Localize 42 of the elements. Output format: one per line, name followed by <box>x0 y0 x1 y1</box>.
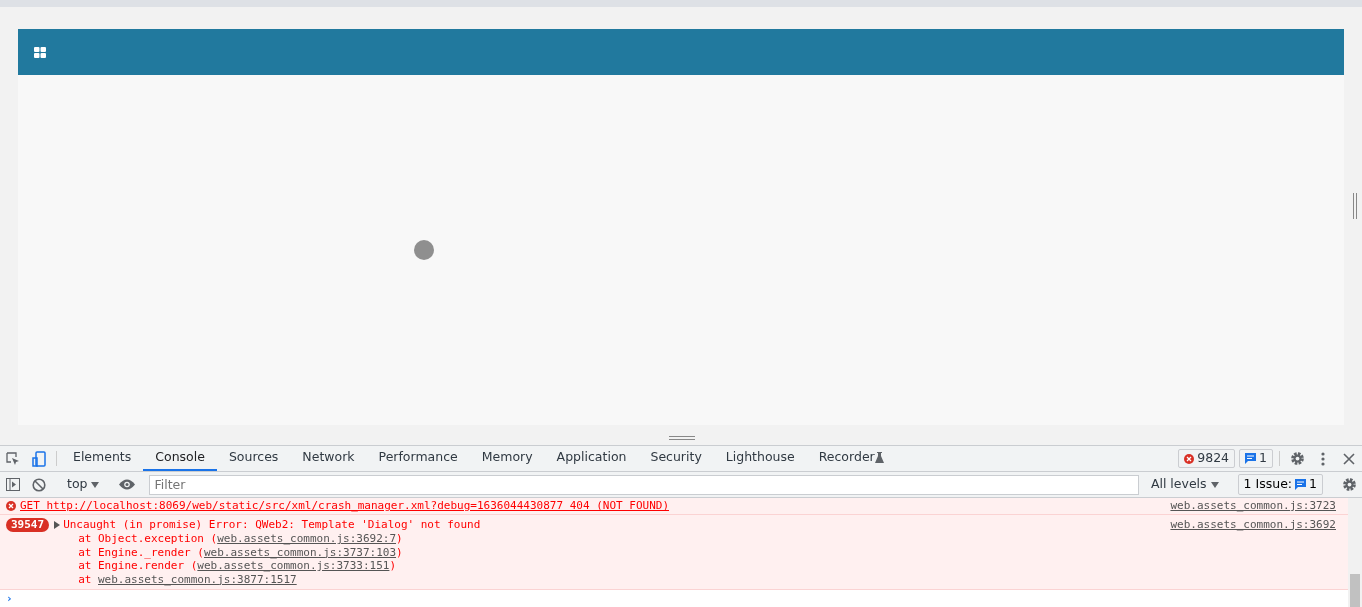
stack-link[interactable]: web.assets_common.js:3877:1517 <box>98 572 297 586</box>
devtools-tab[interactable]: Application <box>544 446 639 471</box>
error-counter[interactable]: 9824 <box>1178 449 1236 468</box>
stack-link[interactable]: web.assets_common.js:3737:103 <box>203 545 397 559</box>
resize-handle[interactable] <box>669 436 695 440</box>
devtools-tab[interactable]: Memory <box>469 446 545 471</box>
source-link[interactable]: web.assets_common.js:3723 <box>1170 499 1336 513</box>
message-icon <box>1295 479 1307 490</box>
repeat-count: 39547 <box>6 517 50 532</box>
devtools-tab[interactable]: Performance <box>366 446 470 471</box>
devtools-tab[interactable]: Recorder <box>806 446 896 471</box>
devtools-tab[interactable]: Security <box>638 446 714 471</box>
message-icon <box>1245 453 1257 464</box>
devtools-tab[interactable]: Network <box>290 446 367 471</box>
caret-icon <box>1210 481 1219 488</box>
flask-icon <box>874 452 884 463</box>
error-icon <box>1184 453 1195 464</box>
scrollbar[interactable] <box>1348 498 1362 607</box>
console-prompt[interactable]: › <box>0 590 20 607</box>
caret-icon <box>91 481 100 488</box>
error-message: Uncaught (in promise) Error: QWeb2: Template 'Dialog' not found <box>63 517 481 531</box>
levels-dropdown[interactable]: All levels <box>1144 475 1225 494</box>
error-icon <box>6 501 16 511</box>
source-link[interactable]: web.assets_common.js:3692 <box>1170 517 1336 531</box>
context-dropdown[interactable]: top <box>61 475 106 494</box>
filter-field[interactable]: Filter <box>149 474 1139 495</box>
stack-link[interactable]: web.assets_common.js:3733:151 <box>197 559 390 572</box>
stack-frame: at Engine._render (web.assets_common.js:3737:103) <box>54 545 481 559</box>
issues-button[interactable]: 1 Issue: 1 <box>1237 474 1323 495</box>
resize-handle[interactable] <box>1353 193 1357 219</box>
apps-menu-icon[interactable] <box>34 46 46 58</box>
devtools-tab[interactable]: Elements <box>61 446 144 471</box>
stack-frame: at web.assets_common.js:3877:1517 <box>54 572 481 586</box>
message-counter[interactable]: 1 <box>1239 449 1273 468</box>
stack-frame: at Engine.render (web.assets_common.js:3733:151) <box>54 559 481 573</box>
stack-link[interactable]: web.assets_common.js:3692:7 <box>217 532 396 545</box>
devtools-tab[interactable]: Lighthouse <box>713 446 807 471</box>
request-message[interactable]: GET http://localhost:8069/web/static/src/xml/crash_manager.xml?debug=1636044430877 404 (NOT FOUND) <box>20 499 669 513</box>
stack-frame: at Object.exception (web.assets_common.js:3692:7) <box>54 532 481 546</box>
devtools-tab[interactable]: Sources <box>216 446 291 471</box>
expand-icon[interactable] <box>54 520 61 530</box>
loading-spinner <box>414 240 434 260</box>
